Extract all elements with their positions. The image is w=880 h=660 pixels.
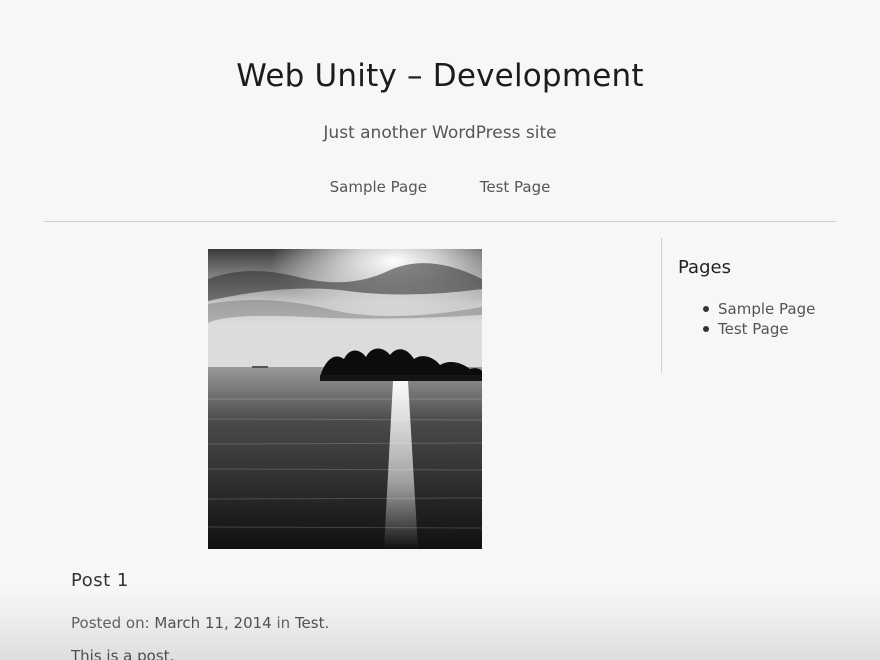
sidebar-link-sample-page[interactable]: Sample Page [718, 300, 815, 318]
list-item: Sample Page [678, 299, 818, 319]
post-title[interactable]: Post 1 [71, 570, 129, 591]
bullet-icon [703, 326, 709, 332]
post-category-link[interactable]: Test [295, 614, 325, 632]
nav-item-test-page[interactable]: Test Page [480, 178, 551, 196]
pages-widget-list: Sample Page Test Page [678, 299, 818, 339]
sidebar-link-test-page[interactable]: Test Page [718, 320, 789, 338]
post-excerpt: This is a post. [71, 647, 175, 660]
pages-widget-title: Pages [678, 257, 731, 278]
nav-item-sample-page[interactable]: Sample Page [330, 178, 427, 196]
post-meta-prefix: Posted on: [71, 614, 155, 632]
post-meta-in: in [271, 614, 295, 632]
sidebar: Pages Sample Page Test Page [661, 238, 822, 373]
header-divider [44, 221, 836, 222]
site-tagline: Just another WordPress site [323, 123, 557, 143]
main-nav: Sample Page Test Page [0, 178, 880, 196]
site-title[interactable]: Web Unity – Development [0, 58, 880, 94]
featured-image[interactable] [208, 249, 482, 549]
list-item: Test Page [678, 319, 818, 339]
post-meta-suffix: . [324, 614, 330, 632]
post-date-link[interactable]: March 11, 2014 [154, 614, 271, 632]
page: Web Unity – Development Just another Wor… [0, 0, 880, 660]
bullet-icon [703, 306, 709, 312]
post-meta: Posted on: March 11, 2014 in Test. [71, 614, 329, 632]
